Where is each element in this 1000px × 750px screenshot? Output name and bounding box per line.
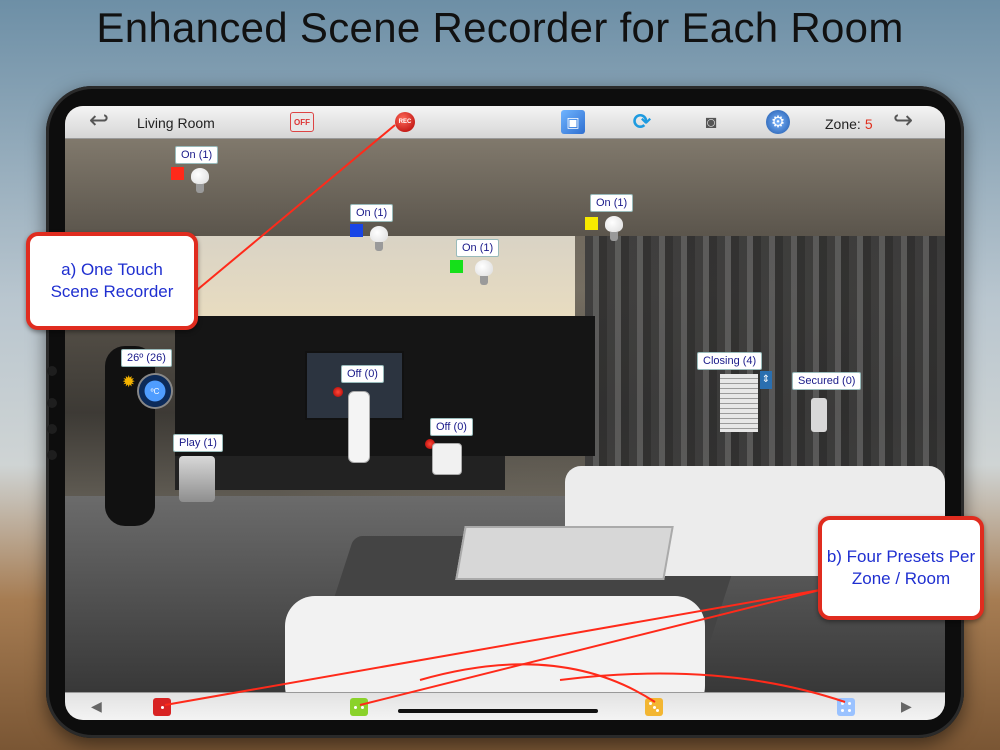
room-name: Living Room (137, 115, 215, 131)
light-3-color-swatch[interactable] (450, 260, 463, 273)
refresh-icon[interactable]: ⟳ (630, 109, 654, 134)
preset-dot (652, 705, 656, 709)
preset-dot (354, 705, 357, 709)
light-bulb-icon[interactable] (370, 226, 388, 252)
light-1-status[interactable]: On (1) (175, 146, 219, 164)
light-3-status[interactable]: On (1) (456, 239, 500, 257)
preset-4-button[interactable] (837, 698, 855, 716)
preset-dot (649, 702, 652, 705)
next-arrow-icon[interactable]: ▶ (901, 698, 912, 715)
light-bulb-icon[interactable] (475, 260, 493, 286)
callout-scene-recorder: a) One Touch Scene Recorder (26, 232, 198, 330)
blinds-status[interactable]: Closing (4) (697, 352, 763, 370)
light-1-color-swatch[interactable] (171, 167, 184, 180)
power-off-indicator (333, 387, 343, 397)
light-bulb-icon[interactable] (191, 168, 209, 194)
callout-b-text: b) Four Presets Per Zone / Room (826, 547, 976, 588)
thermostat-status[interactable]: 26º (26) (121, 349, 172, 367)
up-down-arrows-icon[interactable]: ⇕ (760, 371, 772, 389)
bottom-preset-bar: ◀ ▶ (65, 692, 945, 720)
light-4-status[interactable]: On (1) (590, 194, 634, 212)
preset-dot (848, 709, 851, 712)
home-indicator (398, 709, 598, 713)
plug-status[interactable]: Off (0) (430, 418, 473, 436)
thermostat-icon[interactable]: ºC (137, 373, 173, 409)
preset-dot (160, 705, 164, 709)
back-arrow-icon[interactable]: ↩ (89, 109, 109, 133)
preset-3-button[interactable] (645, 698, 663, 716)
preset-dot (361, 705, 364, 709)
top-toolbar: ↩ Living Room OFF REC ▣ ⟳ ◙ ⚙ Zone: 5 ↪ (65, 106, 945, 139)
camera-icon[interactable]: ◙ (699, 110, 723, 134)
coffee-table (455, 526, 674, 580)
preset-dot (841, 702, 844, 705)
preset-dot (841, 709, 844, 712)
zone-number: 5 (864, 116, 873, 132)
side-button (47, 450, 57, 460)
settings-icon[interactable]: ⚙ (766, 110, 790, 134)
door-lock-icon[interactable] (811, 398, 827, 432)
remote-control-icon[interactable] (348, 391, 370, 463)
preset-2-button[interactable] (350, 698, 368, 716)
sun-icon: ✹ (122, 374, 136, 391)
light-2-status[interactable]: On (1) (350, 204, 394, 222)
zone-label: Zone: (825, 116, 861, 132)
door-lock-status[interactable]: Secured (0) (792, 372, 862, 390)
light-bulb-icon[interactable] (605, 216, 623, 242)
preset-dot (848, 702, 851, 705)
app-screen: ↩ Living Room OFF REC ▣ ⟳ ◙ ⚙ Zone: 5 ↪ O… (65, 106, 945, 720)
preset-dot (656, 709, 659, 712)
window-blinds-icon[interactable] (720, 374, 758, 432)
page-headline: Enhanced Scene Recorder for Each Room (96, 4, 904, 51)
side-button (47, 424, 57, 434)
callout-a-text: a) One Touch Scene Recorder (50, 260, 174, 301)
callout-four-presets: b) Four Presets Per Zone / Room (818, 516, 984, 620)
side-button (47, 366, 57, 376)
zone-indicator: Zone: 5 (825, 116, 873, 132)
off-icon[interactable]: OFF (290, 112, 314, 132)
preset-1-button[interactable] (153, 698, 171, 716)
side-button (47, 398, 57, 408)
speaker-status[interactable]: Play (1) (173, 434, 223, 452)
smart-plug-icon[interactable] (432, 443, 462, 475)
previous-arrow-icon[interactable]: ◀ (91, 698, 102, 715)
light-2-color-swatch[interactable] (350, 224, 363, 237)
light-4-color-swatch[interactable] (585, 217, 598, 230)
tv-remote-status[interactable]: Off (0) (341, 365, 384, 383)
photo-icon[interactable]: ▣ (561, 110, 585, 134)
speaker-icon[interactable] (179, 456, 215, 502)
forward-arrow-icon[interactable]: ↪ (893, 109, 913, 133)
record-icon[interactable]: REC (395, 112, 415, 132)
